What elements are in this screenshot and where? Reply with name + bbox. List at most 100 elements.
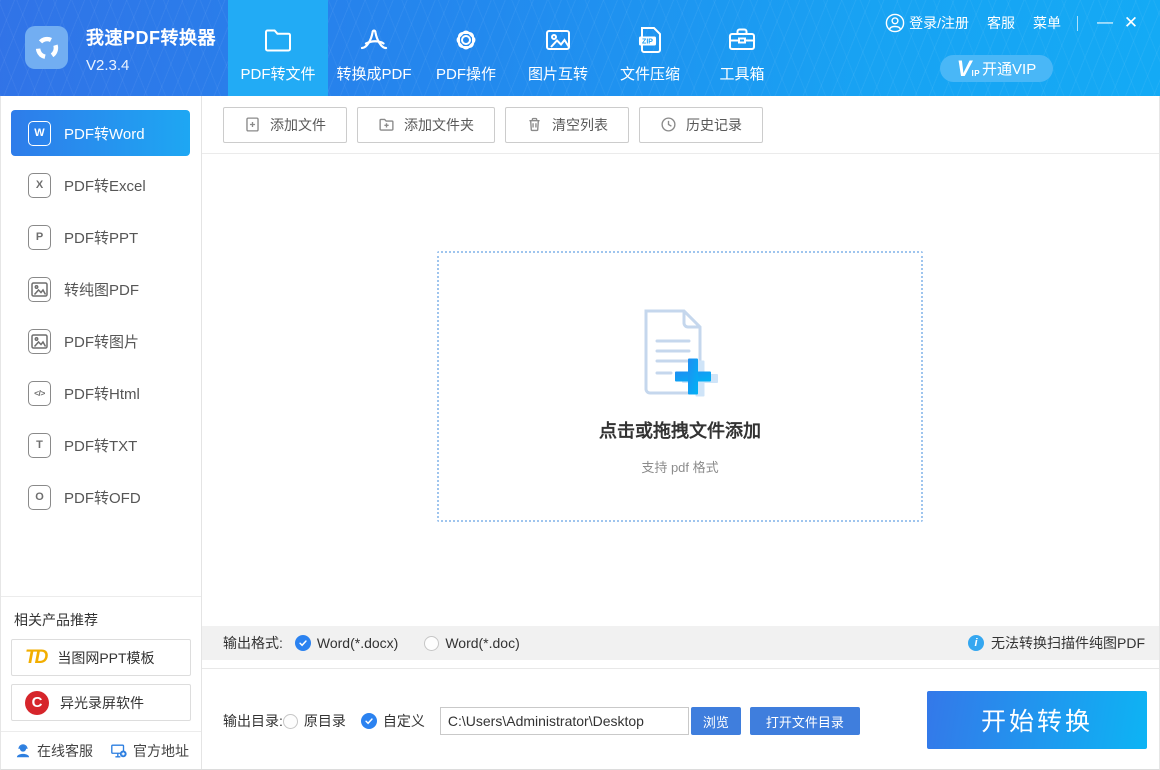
format-option-docx[interactable]: Word(*.docx) xyxy=(294,635,399,651)
format-docx-label: Word(*.docx) xyxy=(316,635,399,651)
clear-list-button[interactable]: 清空列表 xyxy=(505,106,629,143)
clear-list-label: 清空列表 xyxy=(552,116,608,133)
dir-option-custom[interactable]: 自定义 xyxy=(360,711,425,731)
menu-link[interactable]: 菜单 xyxy=(1033,13,1061,33)
output-format-label: 输出格式: xyxy=(223,635,283,651)
sidebar-item-label: PDF转图片 xyxy=(64,333,140,351)
app-brand: 我速PDF转换器 V2.3.4 xyxy=(25,26,216,73)
tab-pdf-to-file[interactable]: PDF转文件 xyxy=(228,0,328,96)
tab-label: PDF转文件 xyxy=(240,66,316,83)
tab-file-compress[interactable]: ZIP 文件压缩 xyxy=(604,0,696,96)
format-notice: i 无法转换扫描件纯图PDF xyxy=(968,633,1145,653)
sidebar-item-pdf-to-txt[interactable]: T PDF转TXT xyxy=(11,422,190,468)
add-folder-label: 添加文件夹 xyxy=(404,116,474,133)
content-area: 添加文件 添加文件夹 清空列表 历史记录 点击或拖拽文件添加 支持 pdf 格式… xyxy=(202,96,1159,769)
toolbar: 添加文件 添加文件夹 清空列表 历史记录 xyxy=(202,96,1159,154)
user-icon xyxy=(885,13,905,33)
folder-plus-icon xyxy=(379,118,394,131)
sidebar: W PDF转Word X PDF转Excel P PDF转PPT 转纯图PDF … xyxy=(1,96,202,769)
format-option-doc[interactable]: Word(*.doc) xyxy=(424,635,520,651)
radio-unchecked-icon[interactable] xyxy=(282,713,298,729)
sidebar-item-label: PDF转Html xyxy=(64,385,140,403)
tab-image-convert[interactable]: 图片互转 xyxy=(512,0,604,96)
add-file-button[interactable]: 添加文件 xyxy=(223,106,347,143)
sidebar-item-label: PDF转TXT xyxy=(64,437,138,455)
file-dropzone[interactable]: 点击或拖拽文件添加 支持 pdf 格式 xyxy=(437,251,923,522)
excel-doc-icon: X xyxy=(28,172,51,198)
sidebar-item-to-image-pdf[interactable]: 转纯图PDF xyxy=(11,266,190,312)
promo-yiguang-recorder[interactable]: C 异光录屏软件 xyxy=(11,684,191,721)
dropzone-subtitle: 支持 pdf 格式 xyxy=(641,460,719,475)
sidebar-item-label: PDF转Excel xyxy=(64,177,146,195)
toolbox-icon xyxy=(729,28,755,50)
tab-toolbox[interactable]: 工具箱 xyxy=(696,0,788,96)
image-doc-icon xyxy=(28,328,51,354)
promo-dangtuwang-ppt[interactable]: TD 当图网PPT模板 xyxy=(11,639,191,676)
html-doc-icon: </> xyxy=(28,380,51,406)
vip-mark-v: V xyxy=(956,55,972,81)
dangtuwang-logo: TD xyxy=(25,646,48,668)
open-directory-button[interactable]: 打开文件目录 xyxy=(749,707,860,735)
divider xyxy=(1077,15,1078,31)
dir-custom-label: 自定义 xyxy=(382,713,425,729)
tab-label: 工具箱 xyxy=(719,66,765,83)
minimize-button[interactable]: — xyxy=(1092,12,1118,34)
account-row: 登录/注册 客服 菜单 — ✕ xyxy=(885,12,1144,34)
output-path-input[interactable] xyxy=(439,707,689,735)
app-title: 我速PDF转换器 xyxy=(86,28,216,48)
svg-text:ZIP: ZIP xyxy=(642,39,653,46)
dropzone-title: 点击或拖拽文件添加 xyxy=(599,421,761,441)
main-nav-tabs: PDF转文件 转换成PDF PDF操作 图片互转 ZIP 文件压缩 工具箱 xyxy=(228,0,788,96)
tab-to-pdf[interactable]: 转换成PDF xyxy=(328,0,420,96)
history-label: 历史记录 xyxy=(686,116,742,133)
zip-icon: ZIP xyxy=(639,27,661,53)
radio-checked-icon[interactable] xyxy=(360,713,377,729)
gear-icon xyxy=(456,30,476,50)
history-button[interactable]: 历史记录 xyxy=(639,106,763,143)
output-directory-bar: 输出目录: 原目录 自定义 浏览 打开文件目录 开始转换 xyxy=(202,668,1159,769)
official-site-link[interactable]: 官方地址 xyxy=(110,741,189,761)
sidebar-item-label: PDF转Word xyxy=(64,125,145,143)
customer-service-link[interactable]: 客服 xyxy=(987,13,1015,33)
info-icon: i xyxy=(968,635,984,651)
app-logo-icon xyxy=(25,26,68,69)
image-doc-icon xyxy=(28,276,51,302)
add-folder-button[interactable]: 添加文件夹 xyxy=(357,106,495,143)
online-service-link[interactable]: 在线客服 xyxy=(14,741,93,761)
trash-icon xyxy=(529,117,540,132)
main-area: W PDF转Word X PDF转Excel P PDF转PPT 转纯图PDF … xyxy=(0,96,1160,770)
radio-unchecked-icon[interactable] xyxy=(424,635,440,651)
promo-label: 异光录屏软件 xyxy=(60,694,144,711)
sidebar-item-label: PDF转OFD xyxy=(64,489,141,507)
start-convert-button[interactable]: 开始转换 xyxy=(927,691,1147,749)
tab-pdf-operations[interactable]: PDF操作 xyxy=(420,0,512,96)
app-header: 我速PDF转换器 V2.3.4 PDF转文件 转换成PDF PDF操作 图片互转… xyxy=(0,0,1160,96)
promo-label: 当图网PPT模板 xyxy=(57,649,155,666)
login-register-link[interactable]: 登录/注册 xyxy=(885,13,969,33)
dir-option-original[interactable]: 原目录 xyxy=(282,711,346,731)
yiguang-logo: C xyxy=(25,690,49,715)
open-vip-button[interactable]: V IP 开通VIP xyxy=(940,55,1053,82)
close-button[interactable]: ✕ xyxy=(1118,12,1144,34)
online-service-label: 在线客服 xyxy=(37,742,93,759)
acrobat-icon xyxy=(360,29,388,50)
sidebar-bottom: 相关产品推荐 TD 当图网PPT模板 C 异光录屏软件 在线客服 官方地址 xyxy=(1,596,201,769)
recommend-heading: 相关产品推荐 xyxy=(14,612,98,628)
browse-button[interactable]: 浏览 xyxy=(690,707,741,735)
sidebar-item-pdf-to-ofd[interactable]: O PDF转OFD xyxy=(11,474,190,520)
folder-icon xyxy=(265,29,291,52)
output-format-bar: 输出格式: Word(*.docx) Word(*.doc) i 无法转换扫描件… xyxy=(202,626,1159,660)
recommend-section: 相关产品推荐 TD 当图网PPT模板 C 异光录屏软件 xyxy=(1,596,201,731)
sidebar-item-pdf-to-html[interactable]: </> PDF转Html xyxy=(11,370,190,416)
txt-doc-icon: T xyxy=(28,432,51,458)
sidebar-item-pdf-to-excel[interactable]: X PDF转Excel xyxy=(11,162,190,208)
sidebar-item-pdf-to-ppt[interactable]: P PDF转PPT xyxy=(11,214,190,260)
dir-original-label: 原目录 xyxy=(303,713,346,729)
file-list-stage: 点击或拖拽文件添加 支持 pdf 格式 xyxy=(202,155,1159,626)
sidebar-item-pdf-to-word[interactable]: W PDF转Word xyxy=(11,110,190,156)
add-file-label: 添加文件 xyxy=(270,116,326,133)
sidebar-item-pdf-to-image[interactable]: PDF转图片 xyxy=(11,318,190,364)
tab-label: PDF操作 xyxy=(435,66,496,83)
radio-checked-icon[interactable] xyxy=(294,635,311,651)
tab-label: 文件压缩 xyxy=(619,66,680,83)
